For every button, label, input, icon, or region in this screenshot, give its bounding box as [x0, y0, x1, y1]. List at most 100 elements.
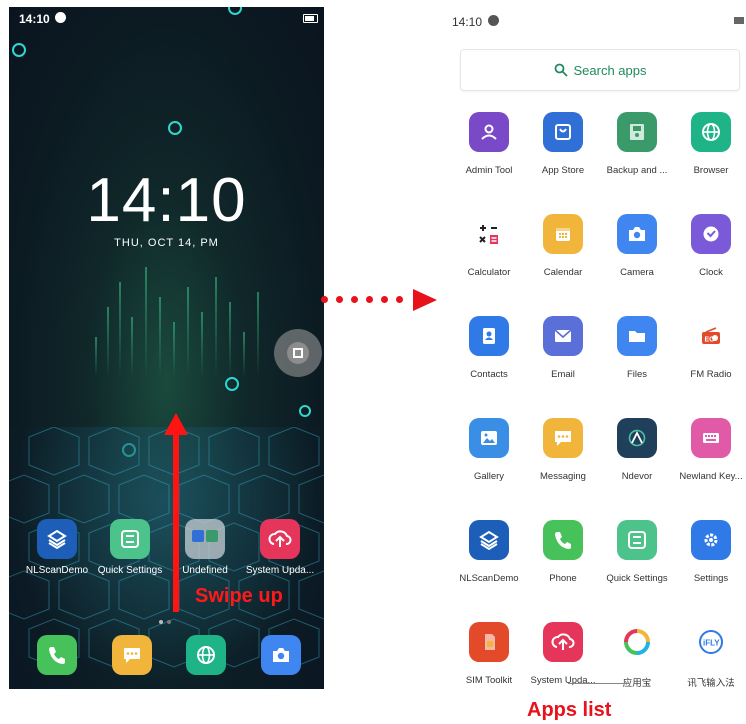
- ifly-icon: iFLY: [691, 622, 731, 662]
- app-messaging[interactable]: Messaging: [526, 418, 600, 482]
- dock-phone[interactable]: [37, 635, 77, 675]
- lock-clock: 14:10: [86, 166, 247, 235]
- app-clock[interactable]: Clock: [674, 214, 746, 278]
- notification-icon: [488, 15, 499, 26]
- messaging-icon: [543, 418, 583, 458]
- app-label: Contacts: [470, 369, 508, 380]
- app-fm-radio[interactable]: EO FM Radio: [674, 316, 746, 380]
- app-system-update[interactable]: System Upda...: [526, 622, 600, 686]
- app-label: Files: [626, 369, 648, 380]
- swipe-arrow: [173, 427, 179, 612]
- app-calendar[interactable]: Calendar: [526, 214, 600, 278]
- home-app-nlscandemo[interactable]: NLScanDemo: [22, 519, 92, 576]
- sim-toolkit-icon: [469, 622, 509, 662]
- cloud-upload-icon: [260, 519, 300, 559]
- app-yingyongbao[interactable]: 应用宝: [600, 622, 674, 689]
- app-files[interactable]: Files: [600, 316, 674, 380]
- admin-tool-icon: [469, 112, 509, 152]
- app-label: App Store: [541, 165, 585, 176]
- dock-camera[interactable]: [261, 635, 301, 675]
- app-label: System Upda...: [530, 675, 596, 686]
- app-label: Browser: [693, 165, 729, 176]
- email-icon: [543, 316, 583, 356]
- home-app-label: NLScanDemo: [25, 565, 89, 576]
- app-label: Messaging: [540, 471, 586, 482]
- app-label: Backup and ...: [606, 165, 668, 176]
- app-label: Camera: [620, 267, 654, 278]
- app-backup[interactable]: Backup and ...: [600, 112, 674, 176]
- nlscan-icon: [469, 520, 509, 560]
- camera-icon: [273, 648, 289, 662]
- app-label: NLScanDemo: [459, 573, 519, 584]
- app-label: SIM Toolkit: [465, 675, 513, 686]
- notification-icon: [55, 12, 66, 23]
- home-app-label: Quick Settings: [97, 565, 163, 576]
- folder-icon: [185, 519, 225, 559]
- app-ndevor[interactable]: Ndevor: [600, 418, 674, 482]
- screenshot-float-button[interactable]: [274, 329, 322, 377]
- app-store-icon: [543, 112, 583, 152]
- calculator-icon: [469, 214, 509, 254]
- backup-icon: [617, 112, 657, 152]
- page-indicator: [157, 611, 173, 629]
- status-time: 14:10: [452, 15, 483, 29]
- quick-settings-icon: [110, 519, 150, 559]
- app-label: Calculator: [467, 267, 511, 278]
- app-nlscandemo[interactable]: NLScanDemo: [452, 520, 526, 584]
- app-label: Quick Settings: [606, 573, 668, 584]
- app-calculator[interactable]: Calculator: [452, 214, 526, 278]
- battery-icon: [734, 17, 744, 24]
- camera-icon: [617, 214, 657, 254]
- app-admin-tool[interactable]: Admin Tool: [452, 112, 526, 176]
- app-phone[interactable]: Phone: [526, 520, 600, 584]
- app-app-store[interactable]: App Store: [526, 112, 600, 176]
- app-email[interactable]: Email: [526, 316, 600, 380]
- app-browser[interactable]: Browser: [674, 112, 746, 176]
- apps-list-caption: Apps list: [527, 699, 612, 721]
- decor-ring: [225, 377, 239, 391]
- settings-icon: [691, 520, 731, 560]
- home-app-label: System Upda...: [245, 565, 315, 576]
- app-gallery[interactable]: Gallery: [452, 418, 526, 482]
- app-ifly-input[interactable]: iFLY 讯飞输入法: [674, 622, 746, 689]
- underline: [568, 683, 628, 684]
- app-label: Email: [551, 369, 575, 380]
- home-app-undefined-folder[interactable]: Undefined: [170, 519, 240, 576]
- home-app-quick-settings[interactable]: Quick Settings: [95, 519, 165, 576]
- quick-settings-icon: [617, 520, 657, 560]
- app-label: Ndevor: [621, 471, 653, 482]
- yingyongbao-icon: [617, 622, 657, 662]
- browser-icon: [691, 112, 731, 152]
- app-camera[interactable]: Camera: [600, 214, 674, 278]
- cloud-upload-icon: [543, 622, 583, 662]
- ndevor-icon: [617, 418, 657, 458]
- phone-icon: [49, 647, 65, 664]
- app-quick-settings[interactable]: Quick Settings: [600, 520, 674, 584]
- dock-browser[interactable]: [186, 635, 226, 675]
- dock-messaging[interactable]: [112, 635, 152, 675]
- gallery-icon: [469, 418, 509, 458]
- decor-ring: [168, 121, 182, 135]
- app-label: Newland Key...: [679, 471, 743, 482]
- phone-icon: [543, 520, 583, 560]
- decor-bars: [89, 257, 269, 377]
- crop-icon: [287, 342, 309, 364]
- app-label: Gallery: [473, 471, 505, 482]
- app-settings[interactable]: Settings: [674, 520, 746, 584]
- browser-icon: [197, 646, 215, 664]
- status-time: 14:10: [19, 12, 50, 26]
- battery-icon: [303, 14, 318, 23]
- app-label: Settings: [693, 573, 729, 584]
- app-sim-toolkit[interactable]: SIM Toolkit: [452, 622, 526, 686]
- app-label: Clock: [699, 267, 723, 278]
- search-apps-bar[interactable]: Search apps: [460, 49, 740, 91]
- home-app-label: Undefined: [182, 565, 228, 576]
- app-newland-keyboard[interactable]: Newland Key...: [674, 418, 746, 482]
- decor-ring: [12, 43, 26, 57]
- app-contacts[interactable]: Contacts: [452, 316, 526, 380]
- keyboard-icon: [691, 418, 731, 458]
- swipe-up-label: Swipe up: [195, 585, 283, 607]
- home-app-system-update[interactable]: System Upda...: [245, 519, 315, 576]
- files-icon: [617, 316, 657, 356]
- svg-text:iFLY: iFLY: [703, 639, 720, 648]
